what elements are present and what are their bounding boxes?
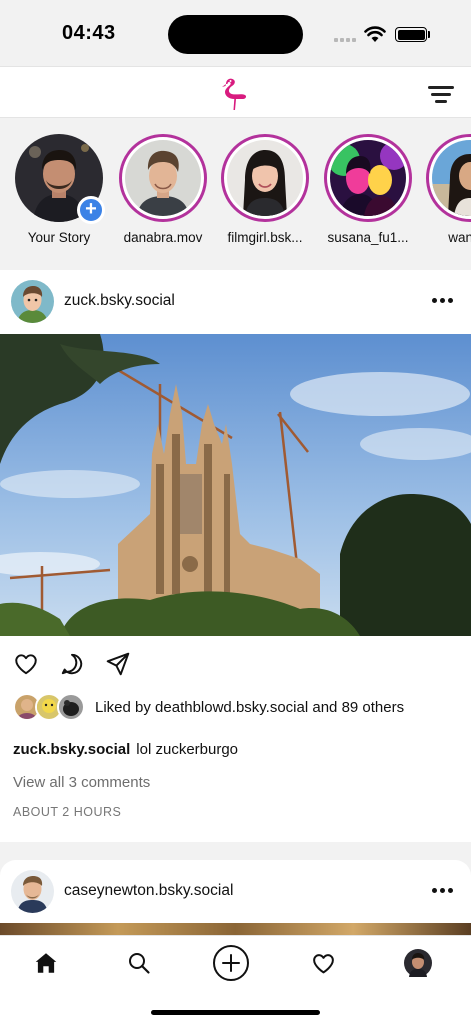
comment-icon[interactable]	[59, 651, 85, 677]
story-avatar-ring	[221, 134, 309, 222]
likes-row: Liked by deathblowd.bsky.social and 89 o…	[13, 693, 404, 721]
status-bar: 04:43	[0, 0, 471, 66]
avatar	[330, 140, 406, 216]
avatar	[432, 140, 471, 216]
search-icon	[129, 953, 150, 974]
post-caption: zuck.bsky.social lol zuckerburgo	[13, 741, 238, 758]
likes-summary[interactable]: Liked by deathblowd.bsky.social and 89 o…	[95, 699, 404, 716]
cellular-signal-icon	[334, 38, 356, 42]
post-card: caseynewton.bsky.social	[0, 860, 471, 935]
flamingo-logo-icon[interactable]	[219, 75, 249, 111]
tab-home[interactable]	[26, 948, 66, 978]
send-icon[interactable]	[105, 651, 131, 677]
heart-icon	[312, 953, 334, 973]
tab-activity[interactable]	[303, 948, 343, 978]
post-actions	[13, 651, 131, 677]
stories-row: + Your Story danabra.mov filmgirl.bsk...…	[0, 118, 471, 268]
story-avatar-ring	[426, 134, 471, 222]
story-label: filmgirl.bsk...	[227, 230, 303, 245]
story-item-filmgirl[interactable]: filmgirl.bsk...	[215, 134, 315, 245]
story-item-susana[interactable]: susana_fu1...	[318, 134, 418, 245]
home-indicator	[151, 1010, 320, 1015]
caption-author[interactable]: zuck.bsky.social	[13, 741, 130, 758]
story-avatar-ring	[119, 134, 207, 222]
status-time: 04:43	[62, 22, 116, 44]
story-item-danabra[interactable]: danabra.mov	[113, 134, 213, 245]
story-item-wang[interactable]: wang...	[420, 134, 471, 245]
post-author-avatar[interactable]	[11, 870, 54, 913]
likes-count: and 89 others	[308, 698, 405, 716]
story-avatar-ring	[324, 134, 412, 222]
liker-avatars	[13, 693, 87, 721]
battery-icon	[395, 27, 427, 42]
filter-button[interactable]	[428, 84, 454, 104]
heart-icon[interactable]	[13, 651, 39, 677]
app-header	[0, 66, 471, 118]
story-label: wang...	[448, 230, 471, 245]
likes-prefix: Liked by	[95, 698, 156, 716]
post-image[interactable]	[0, 334, 471, 636]
post-header: caseynewton.bsky.social	[0, 860, 471, 924]
home-icon	[35, 953, 57, 973]
battery-cap	[428, 31, 430, 38]
post-author-handle[interactable]: caseynewton.bsky.social	[64, 882, 233, 900]
story-label: Your Story	[27, 230, 91, 245]
post-image[interactable]	[0, 923, 471, 935]
tab-compose[interactable]	[211, 943, 251, 983]
plus-circle-icon	[213, 945, 249, 981]
view-comments-link[interactable]: View all 3 comments	[13, 774, 150, 791]
dynamic-island	[168, 15, 303, 54]
more-options-button[interactable]	[432, 298, 453, 303]
liker-handle[interactable]: deathblowd.bsky.social	[155, 699, 308, 716]
avatar	[125, 140, 201, 216]
post-card: zuck.bsky.social Liked by deathblowd.bsk…	[0, 270, 471, 842]
post-timestamp: ABOUT 2 HOURS	[13, 805, 122, 819]
caption-text: lol zuckerburgo	[136, 741, 239, 758]
avatar	[57, 693, 85, 721]
avatar	[227, 140, 303, 216]
post-author-avatar[interactable]	[11, 280, 54, 323]
tab-profile[interactable]	[398, 948, 438, 978]
story-label: danabra.mov	[123, 230, 203, 245]
post-header: zuck.bsky.social	[0, 270, 471, 334]
story-avatar-ring: +	[15, 134, 105, 224]
avatar	[404, 949, 432, 977]
post-author-handle[interactable]: zuck.bsky.social	[64, 292, 175, 310]
story-item-your-story[interactable]: + Your Story	[9, 134, 109, 245]
add-story-button[interactable]: +	[77, 196, 105, 224]
more-options-button[interactable]	[432, 888, 453, 893]
story-label: susana_fu1...	[327, 230, 409, 245]
tab-search[interactable]	[119, 948, 159, 978]
wifi-icon	[364, 26, 386, 42]
